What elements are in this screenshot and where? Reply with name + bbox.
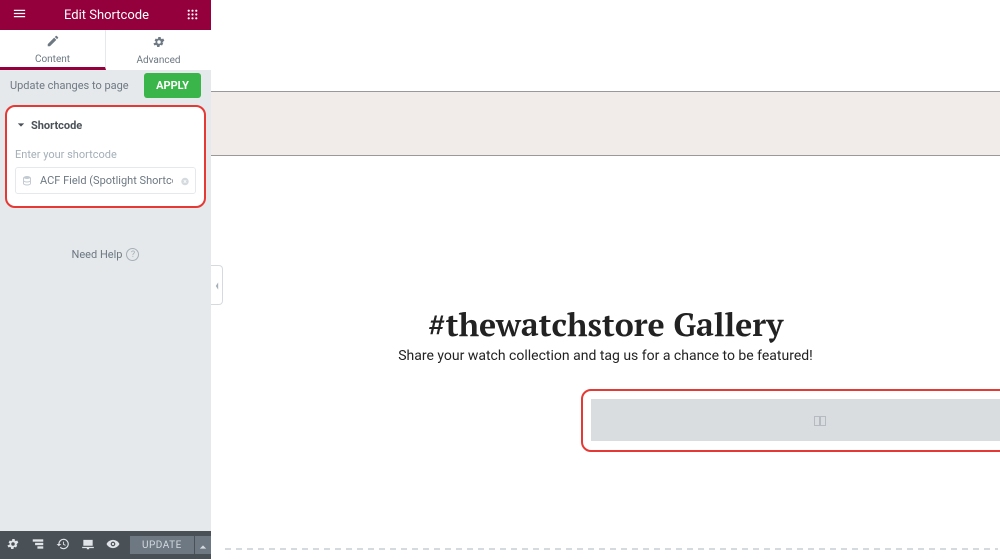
clear-field-icon[interactable] (180, 171, 190, 190)
collapse-sidebar-handle[interactable] (211, 265, 223, 305)
navigator-icon (31, 536, 45, 555)
tab-advanced-label: Advanced (136, 55, 180, 66)
eye-icon (106, 536, 120, 555)
update-bar: Update changes to page APPLY (0, 70, 211, 100)
caret-up-icon (199, 536, 207, 555)
chevron-left-icon (214, 276, 220, 295)
footer-history-button[interactable] (50, 531, 75, 559)
sidebar-header: Edit Shortcode (0, 0, 211, 30)
dynamic-db-icon (21, 171, 33, 190)
tab-advanced[interactable]: Advanced (106, 30, 211, 70)
field-label: Enter your shortcode (15, 148, 196, 161)
canvas-subheading[interactable]: Share your watch collection and tag us f… (211, 348, 1000, 364)
shortcode-widget-placeholder[interactable] (591, 399, 1000, 441)
sidebar-title: Edit Shortcode (27, 8, 186, 23)
section-toggle[interactable]: Shortcode (15, 115, 196, 142)
gear-icon (6, 536, 20, 555)
pencil-icon (46, 33, 60, 52)
gear-icon (152, 34, 166, 53)
update-button[interactable]: UPDATE (130, 536, 194, 554)
canvas-area[interactable]: #thewatchstore Gallery Share your watch … (211, 0, 1000, 559)
grid-icon[interactable] (186, 6, 199, 25)
shortcode-section: Shortcode Enter your shortcode (5, 105, 206, 208)
help-icon: ? (126, 248, 139, 261)
canvas-heading[interactable]: #thewatchstore Gallery (211, 304, 1000, 346)
editor-sidebar: Edit Shortcode Content Advanced Update c… (0, 0, 211, 559)
canvas-pink-section[interactable] (211, 91, 1000, 156)
update-bar-text: Update changes to page (10, 79, 129, 92)
footer-navigator-button[interactable] (25, 531, 50, 559)
tabs-bar: Content Advanced (0, 30, 211, 70)
apply-button[interactable]: APPLY (144, 73, 201, 98)
help-text: Need Help (72, 248, 123, 261)
caret-down-icon (17, 119, 25, 132)
footer-preview-button[interactable] (101, 531, 126, 559)
tab-content-label: Content (35, 54, 70, 65)
update-options-button[interactable] (195, 536, 211, 554)
responsive-icon (81, 536, 95, 555)
hamburger-icon[interactable] (12, 6, 27, 25)
help-link[interactable]: Need Help ? (0, 248, 211, 261)
history-icon (56, 536, 70, 555)
add-section-dropzone[interactable] (225, 548, 998, 550)
shortcode-field-wrap (15, 167, 196, 194)
section-title: Shortcode (31, 119, 82, 132)
shortcode-input[interactable] (15, 167, 196, 194)
shortcode-placeholder-icon (814, 412, 826, 424)
footer-responsive-button[interactable] (76, 531, 101, 559)
footer-settings-button[interactable] (0, 531, 25, 559)
sidebar-footer: UPDATE (0, 531, 211, 559)
tab-content[interactable]: Content (0, 30, 106, 70)
